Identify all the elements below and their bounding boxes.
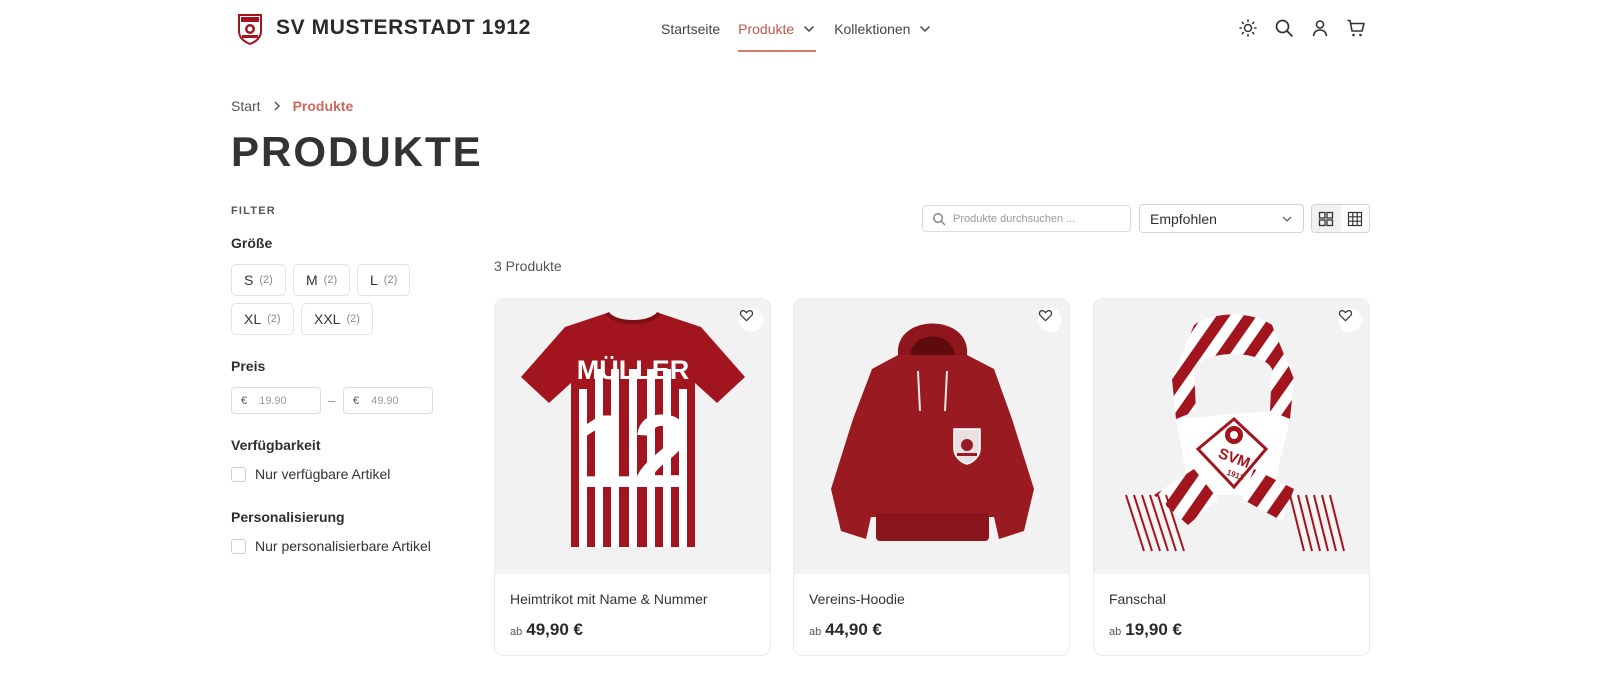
view-grid-large-button[interactable] bbox=[1312, 205, 1341, 232]
sort-value: Empfohlen bbox=[1150, 210, 1217, 227]
site-header: SV MUSTERSTADT 1912 Startseite Produkte … bbox=[0, 0, 1600, 56]
product-image-jersey[interactable]: MÜLLER 12 bbox=[495, 299, 770, 574]
currency-symbol: € bbox=[241, 394, 248, 407]
size-chip-l[interactable]: L (2) bbox=[357, 264, 411, 296]
size-label: L bbox=[370, 272, 378, 288]
header-actions bbox=[1238, 18, 1366, 38]
size-chip-s[interactable]: S (2) bbox=[231, 264, 286, 296]
nav-kollektionen[interactable]: Kollektionen bbox=[834, 20, 932, 38]
breadcrumb-current: Produkte bbox=[292, 98, 354, 114]
size-count: (2) bbox=[383, 274, 398, 286]
personalization-checkbox[interactable] bbox=[231, 538, 246, 554]
view-grid-small-button[interactable] bbox=[1341, 205, 1370, 232]
search-icon[interactable] bbox=[1274, 18, 1294, 38]
size-label: XXL bbox=[314, 311, 341, 327]
product-count: 3 Produkte bbox=[494, 258, 562, 274]
size-label: M bbox=[306, 272, 318, 288]
product-name[interactable]: Fanschal bbox=[1109, 591, 1166, 607]
size-count: (2) bbox=[323, 274, 338, 286]
club-logo[interactable] bbox=[236, 13, 264, 46]
size-count: (2) bbox=[346, 313, 360, 325]
main-nav: Startseite Produkte Kollektionen bbox=[661, 20, 932, 52]
product-price: ab 49,90 € bbox=[510, 620, 583, 640]
availability-checkbox[interactable] bbox=[231, 466, 246, 482]
price-max-field[interactable]: € bbox=[343, 387, 433, 414]
heart-icon bbox=[1338, 310, 1353, 322]
nav-produkte[interactable]: Produkte bbox=[738, 20, 817, 52]
product-search[interactable] bbox=[922, 205, 1131, 232]
size-count: (2) bbox=[267, 313, 281, 325]
cart-icon[interactable] bbox=[1346, 18, 1366, 38]
size-label: XL bbox=[244, 311, 262, 327]
price-filter-title: Preis bbox=[231, 358, 266, 374]
breadcrumb: Start Produkte bbox=[231, 98, 353, 114]
product-price: ab 44,90 € bbox=[809, 620, 882, 640]
sort-select[interactable]: Empfohlen bbox=[1139, 204, 1304, 233]
heart-icon bbox=[1038, 310, 1053, 322]
price-prefix: ab bbox=[1109, 626, 1122, 638]
breadcrumb-start[interactable]: Start bbox=[231, 98, 261, 114]
price-min-input[interactable] bbox=[259, 394, 320, 407]
nav-startseite[interactable]: Startseite bbox=[661, 20, 720, 38]
personalization-option[interactable]: Nur personalisierbare Artikel bbox=[231, 538, 431, 554]
price-value: 49,90 € bbox=[526, 620, 583, 639]
size-count: (2) bbox=[259, 274, 273, 286]
filter-heading: FILTER bbox=[231, 205, 276, 217]
grid-large-icon bbox=[1319, 211, 1334, 226]
product-name[interactable]: Heimtrikot mit Name & Nummer bbox=[510, 591, 708, 607]
personalization-filter-title: Personalisierung bbox=[231, 509, 345, 525]
price-min-field[interactable]: € bbox=[231, 387, 321, 414]
price-separator: – bbox=[328, 393, 336, 408]
chevron-down-icon bbox=[804, 26, 814, 33]
brand-name[interactable]: SV MUSTERSTADT 1912 bbox=[276, 16, 531, 40]
user-icon[interactable] bbox=[1310, 18, 1330, 38]
search-icon bbox=[933, 212, 946, 225]
availability-filter-title: Verfügbarkeit bbox=[231, 437, 321, 453]
heart-icon bbox=[739, 310, 754, 322]
size-chip-xxl[interactable]: XXL (2) bbox=[301, 303, 373, 335]
product-card-hoodie[interactable]: Vereins-Hoodie ab 44,90 € bbox=[793, 298, 1070, 656]
size-filter-title: Größe bbox=[231, 235, 273, 251]
favorite-button[interactable] bbox=[1038, 308, 1062, 332]
price-prefix: ab bbox=[510, 626, 523, 638]
personalization-label: Nur personalisierbare Artikel bbox=[255, 538, 431, 554]
chevron-down-icon bbox=[1282, 216, 1292, 222]
sun-icon[interactable] bbox=[1238, 18, 1258, 38]
nav-label: Kollektionen bbox=[834, 21, 911, 37]
size-chip-m[interactable]: M (2) bbox=[293, 264, 351, 296]
price-prefix: ab bbox=[809, 626, 822, 638]
product-search-input[interactable] bbox=[953, 212, 1123, 225]
product-name[interactable]: Vereins-Hoodie bbox=[809, 591, 905, 607]
product-image-scarf[interactable]: SVM 1912 bbox=[1094, 299, 1369, 574]
favorite-button[interactable] bbox=[1338, 308, 1362, 332]
currency-symbol: € bbox=[353, 394, 360, 407]
size-chip-xl[interactable]: XL (2) bbox=[231, 303, 294, 335]
nav-label: Produkte bbox=[738, 21, 795, 37]
price-value: 44,90 € bbox=[825, 620, 882, 639]
product-price: ab 19,90 € bbox=[1109, 620, 1182, 640]
favorite-button[interactable] bbox=[739, 308, 763, 332]
page-title: PRODUKTE bbox=[231, 128, 483, 175]
product-image-hoodie[interactable] bbox=[794, 299, 1069, 574]
chevron-down-icon bbox=[920, 26, 931, 33]
availability-label: Nur verfügbare Artikel bbox=[255, 466, 391, 482]
price-max-input[interactable] bbox=[371, 394, 432, 407]
grid-small-icon bbox=[1347, 211, 1362, 226]
product-card-fanschal[interactable]: SVM 1912 Fanschal ab 19,90 € bbox=[1093, 298, 1370, 656]
chevron-right-icon bbox=[274, 101, 280, 111]
jersey-print-number: 12 bbox=[575, 394, 691, 510]
nav-label: Startseite bbox=[661, 21, 721, 37]
jersey-print-name: MÜLLER bbox=[577, 355, 689, 385]
price-value: 19,90 € bbox=[1125, 620, 1182, 639]
size-label: S bbox=[244, 272, 254, 288]
view-toggle bbox=[1311, 204, 1370, 233]
product-card-heimtrikot[interactable]: MÜLLER 12 Heimtrikot mit Name & Nummer a… bbox=[494, 298, 771, 656]
availability-option[interactable]: Nur verfügbare Artikel bbox=[231, 466, 390, 482]
